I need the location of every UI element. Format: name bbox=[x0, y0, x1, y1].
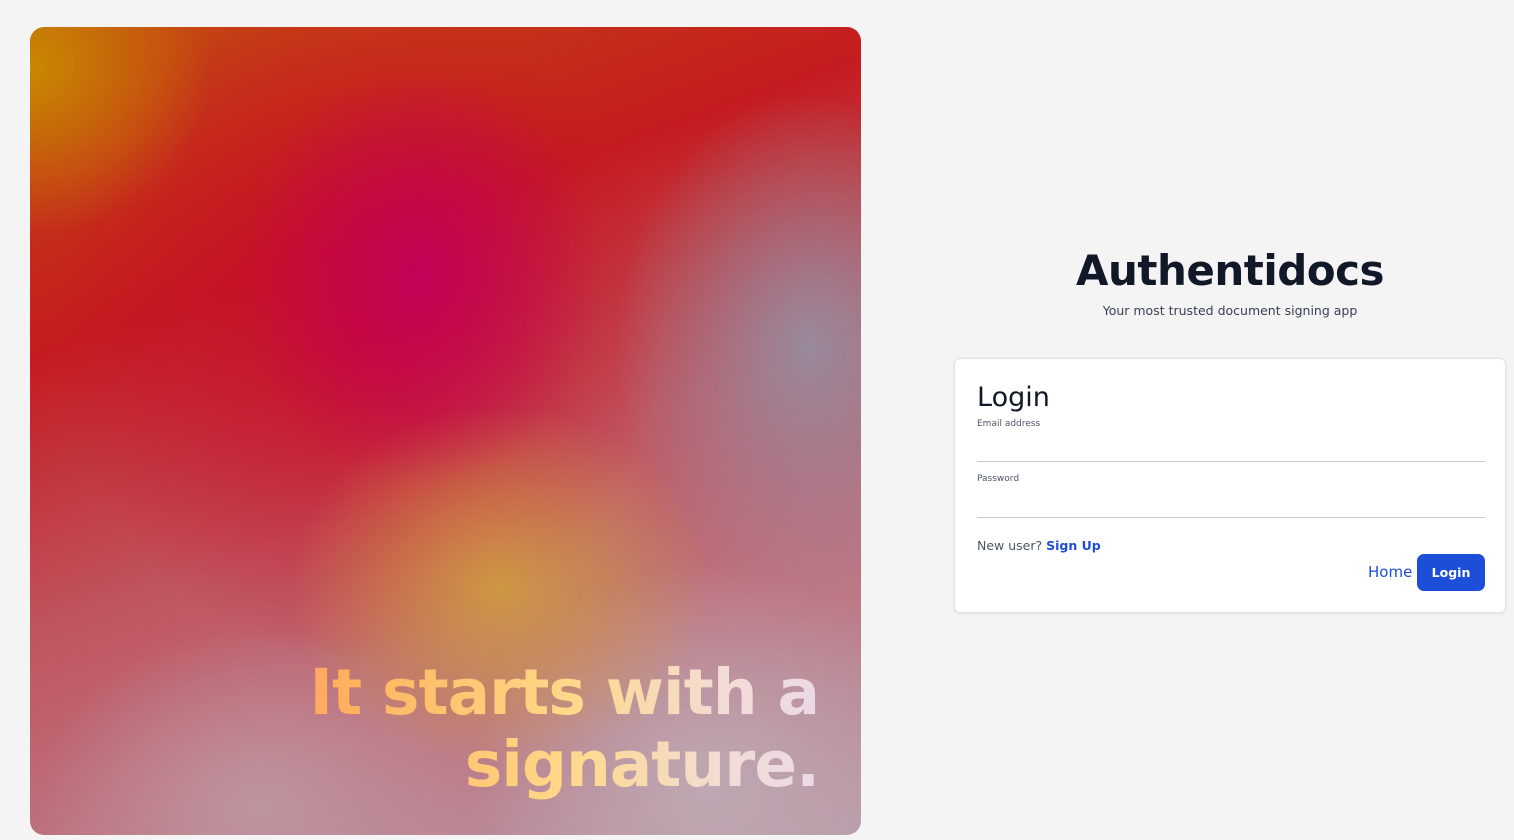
app-title: Authentidocs bbox=[1075, 246, 1385, 295]
login-card: Login Email address Password New user? S… bbox=[954, 358, 1506, 613]
signup-link[interactable]: Sign Up bbox=[1046, 538, 1101, 553]
email-field[interactable] bbox=[977, 437, 1485, 462]
login-button[interactable]: Login bbox=[1417, 554, 1485, 591]
signup-prompt-text: New user? bbox=[977, 538, 1043, 553]
signup-prompt-line: New user? Sign Up bbox=[977, 538, 1101, 553]
email-label: Email address bbox=[977, 419, 1041, 429]
hero-gradient-panel: It starts with a signature. bbox=[30, 27, 861, 835]
app-tagline: Your most trusted document signing app bbox=[1102, 303, 1358, 318]
password-label: Password bbox=[977, 474, 1020, 484]
brand-header: Authentidocs Your most trusted document … bbox=[954, 243, 1506, 318]
hero-caption: It starts with a signature. bbox=[199, 657, 820, 801]
home-link[interactable]: Home bbox=[1368, 563, 1412, 581]
login-heading: Login bbox=[977, 382, 1050, 413]
password-field[interactable] bbox=[977, 493, 1485, 518]
